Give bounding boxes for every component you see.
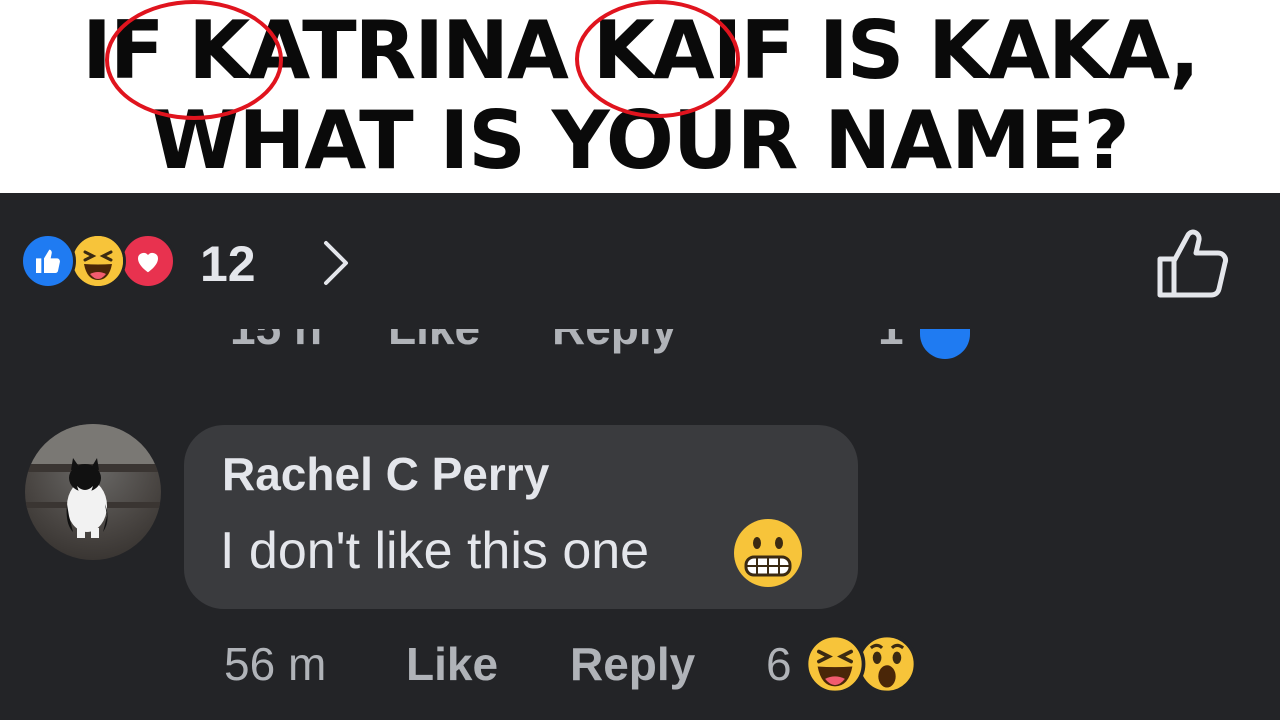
chevron-right-icon[interactable]: [310, 237, 360, 287]
previous-reply-link[interactable]: Reply: [552, 329, 677, 355]
haha-icon: [804, 633, 866, 695]
comment-text: I don't like this one: [220, 522, 650, 580]
comment-actions: 56 m Like Reply 6: [0, 633, 1280, 703]
comment-timestamp[interactable]: 56 m: [224, 637, 326, 691]
comment-reaction-count[interactable]: 6: [766, 637, 792, 691]
avatar[interactable]: [25, 424, 161, 560]
cat-photo-icon: [25, 424, 161, 538]
reply-link[interactable]: Reply: [570, 637, 695, 691]
like-outline-icon[interactable]: [1152, 225, 1232, 305]
haha-icon: [70, 233, 126, 289]
highlight-circle-ka-2: [575, 0, 740, 118]
previous-reaction-count: 1: [878, 329, 904, 355]
meme-headline: IF KATRINA KAIF IS KAKA, WHAT IS YOUR NA…: [0, 0, 1280, 193]
previous-like-reaction-icon: [920, 329, 970, 359]
previous-like-link[interactable]: Like: [388, 329, 480, 355]
comment-bubble: Rachel C Perry I don't like this one: [184, 425, 858, 609]
grimacing-face-icon: [734, 519, 802, 587]
like-link[interactable]: Like: [406, 637, 498, 691]
love-icon: [120, 233, 176, 289]
facebook-comments-panel: 12 15 h Like Reply 1 R: [0, 193, 1280, 720]
highlight-circle-ka-1: [105, 0, 283, 120]
previous-comment-time: 15 h: [230, 329, 322, 355]
comment-author[interactable]: Rachel C Perry: [222, 447, 549, 501]
previous-comment-actions: 15 h Like Reply 1: [230, 329, 1030, 379]
like-icon: [20, 233, 76, 289]
reaction-count: 12: [200, 236, 256, 292]
